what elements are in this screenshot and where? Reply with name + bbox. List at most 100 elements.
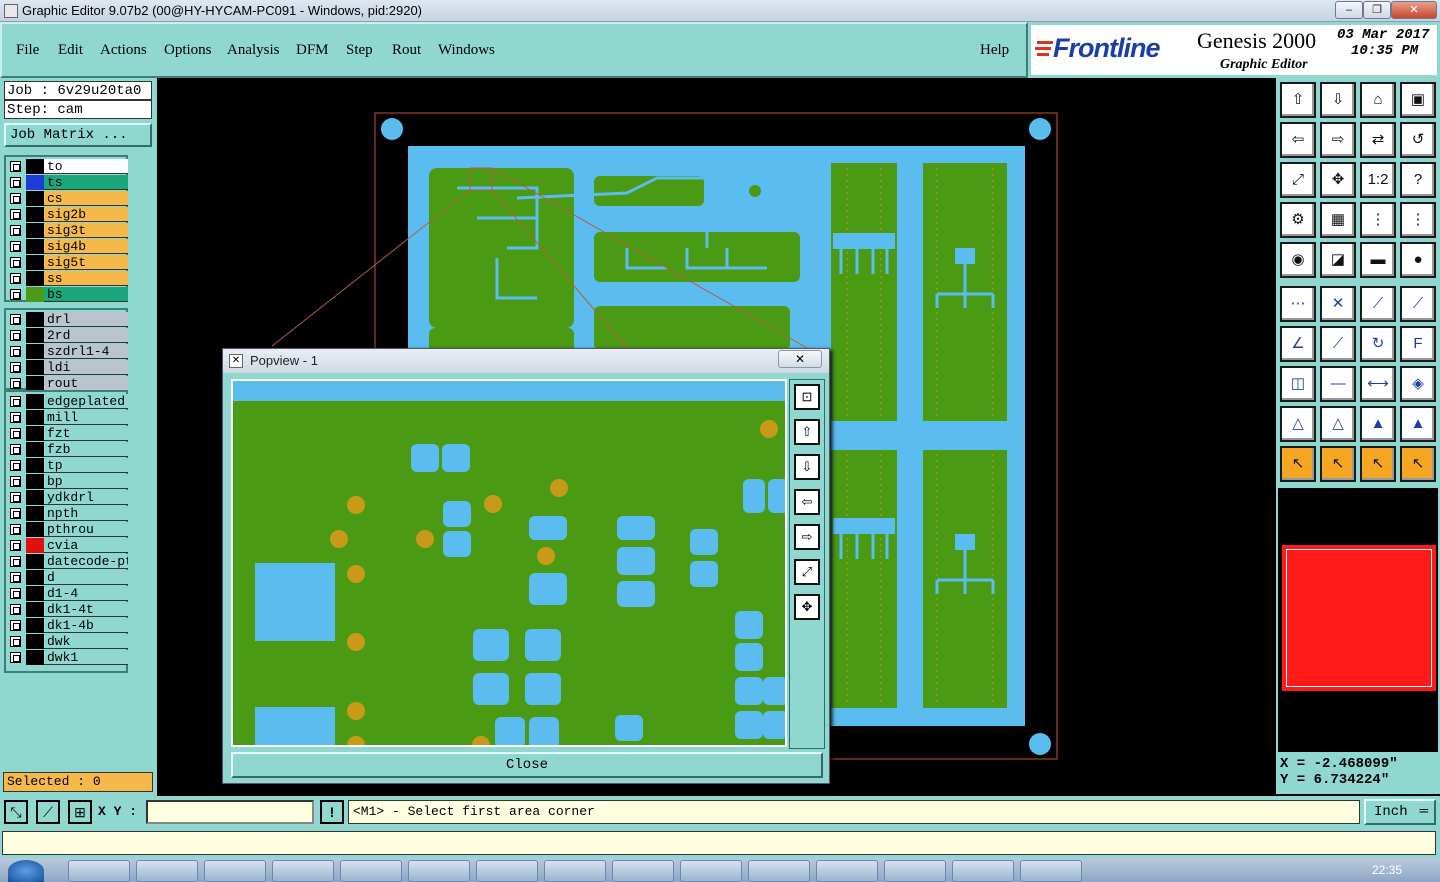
layer-name[interactable]: ydkdrl bbox=[44, 490, 128, 505]
layer-compare-icon[interactable]: ⋮ bbox=[1360, 202, 1396, 238]
home-icon[interactable]: ⌂ bbox=[1360, 82, 1396, 118]
menu-edit[interactable]: Edit bbox=[58, 42, 83, 59]
layer-name[interactable]: tp bbox=[44, 458, 128, 473]
settings-icon[interactable]: ⚙ bbox=[1280, 202, 1316, 238]
layer-checkbox[interactable] bbox=[10, 444, 21, 455]
job-matrix-button[interactable]: Job Matrix ... bbox=[4, 123, 152, 147]
layer-row-pthrou[interactable]: pthrou bbox=[6, 522, 128, 537]
popview-fit-icon[interactable]: ⤢ bbox=[794, 559, 820, 585]
layer-name[interactable]: cs bbox=[44, 191, 128, 206]
explorer-task-icon[interactable] bbox=[408, 860, 470, 882]
layer-name[interactable]: pthrou bbox=[44, 522, 128, 537]
layer-name[interactable]: sig2b bbox=[44, 207, 128, 222]
layer-name[interactable]: sig3t bbox=[44, 223, 128, 238]
units-selector[interactable]: Inch ═ bbox=[1364, 799, 1436, 825]
popview-close-button[interactable]: Close bbox=[231, 752, 823, 778]
layer-name[interactable]: drl bbox=[44, 312, 128, 327]
layer-row-tp[interactable]: tp bbox=[6, 458, 128, 473]
layer-name[interactable]: ldi bbox=[44, 360, 128, 375]
triangle-icon[interactable]: △ bbox=[1280, 406, 1316, 442]
menu-rout[interactable]: Rout bbox=[392, 42, 421, 59]
layer-row-sig4b[interactable]: sig4b bbox=[6, 239, 128, 254]
layer-color-swatch[interactable] bbox=[26, 554, 44, 569]
layer-row-szdrl1-4[interactable]: szdrl1-4 bbox=[6, 344, 128, 359]
layer-color-swatch[interactable] bbox=[26, 490, 44, 505]
layer-color-swatch[interactable] bbox=[26, 506, 44, 521]
layer-row-sig2b[interactable]: sig2b bbox=[6, 207, 128, 222]
layer-checkbox[interactable] bbox=[10, 556, 21, 567]
layer-checkbox[interactable] bbox=[10, 378, 21, 389]
layer-row-dwk1[interactable]: dwk1 bbox=[6, 650, 128, 665]
pan-right-icon[interactable]: ⇨ bbox=[1320, 122, 1356, 158]
line-icon[interactable]: ∠ bbox=[1280, 326, 1316, 362]
menu-dfm[interactable]: DFM bbox=[296, 42, 329, 59]
layer-color-swatch[interactable] bbox=[26, 175, 44, 190]
layer-checkbox[interactable] bbox=[10, 460, 21, 471]
layer-checkbox[interactable] bbox=[10, 314, 21, 325]
layer-checkbox[interactable] bbox=[10, 346, 21, 357]
layer-color-swatch[interactable] bbox=[26, 223, 44, 238]
scale-1to2-icon[interactable]: 1:2 bbox=[1360, 162, 1396, 198]
layer-checkbox[interactable] bbox=[10, 225, 21, 236]
editor-task-icon[interactable] bbox=[204, 860, 266, 882]
layer-checkbox[interactable] bbox=[10, 161, 21, 172]
layer-color-swatch[interactable] bbox=[26, 312, 44, 327]
popview-left-icon[interactable]: ⇦ bbox=[794, 489, 820, 515]
layer-checkbox[interactable] bbox=[10, 209, 21, 220]
overview-selection[interactable] bbox=[1280, 543, 1438, 693]
snap-icon[interactable]: ◉ bbox=[1280, 242, 1316, 278]
layer-color-swatch[interactable] bbox=[26, 255, 44, 270]
layer-row-ldi[interactable]: ldi bbox=[6, 360, 128, 375]
select-feature-icon[interactable]: ◫ bbox=[1280, 366, 1316, 402]
shape-icon[interactable]: ◈ bbox=[1400, 366, 1436, 402]
layer-row-dk1-4b[interactable]: dk1-4b bbox=[6, 618, 128, 633]
layer-name[interactable]: fzb bbox=[44, 442, 128, 457]
layer-checkbox[interactable] bbox=[10, 177, 21, 188]
layer-color-swatch[interactable] bbox=[26, 538, 44, 553]
menu-step[interactable]: Step bbox=[346, 42, 373, 59]
popview-up-icon[interactable]: ⇧ bbox=[794, 419, 820, 445]
trace-icon[interactable]: ⟋ bbox=[1320, 326, 1356, 362]
menu-analysis[interactable]: Analysis bbox=[227, 42, 280, 59]
fit-window-icon[interactable]: ▣ bbox=[1400, 82, 1436, 118]
layer-row-npth[interactable]: npth bbox=[6, 506, 128, 521]
layer-checkbox[interactable] bbox=[10, 508, 21, 519]
layer-checkbox[interactable] bbox=[10, 492, 21, 503]
layer-color-swatch[interactable] bbox=[26, 426, 44, 441]
layer-checkbox[interactable] bbox=[10, 636, 21, 647]
layer-checkbox[interactable] bbox=[10, 330, 21, 341]
layer-checkbox[interactable] bbox=[10, 241, 21, 252]
pan-left-icon[interactable]: ⇦ bbox=[1280, 122, 1316, 158]
layer-row-edgeplated[interactable]: edgeplated bbox=[6, 394, 128, 409]
layer-color-swatch[interactable] bbox=[26, 618, 44, 633]
arrow-up-icon[interactable]: ▲ bbox=[1360, 406, 1396, 442]
layer-row-rout[interactable]: rout bbox=[6, 376, 128, 391]
layer-checkbox[interactable] bbox=[10, 412, 21, 423]
layer-row-cs[interactable]: cs bbox=[6, 191, 128, 206]
layer-row-fzb[interactable]: fzb bbox=[6, 442, 128, 457]
connect-icon[interactable]: ⟋ bbox=[1360, 286, 1396, 322]
save-task-icon[interactable] bbox=[476, 860, 538, 882]
notepad-task-icon[interactable] bbox=[272, 860, 334, 882]
xy-input[interactable] bbox=[146, 800, 314, 824]
lasso-icon[interactable]: ↖ bbox=[1360, 446, 1396, 482]
point-icon[interactable]: ● bbox=[1400, 242, 1436, 278]
layer-color-swatch[interactable] bbox=[26, 474, 44, 489]
layer-row-datecode-pt[interactable]: datecode-pt bbox=[6, 554, 128, 569]
layer-row-ydkdrl[interactable]: ydkdrl bbox=[6, 490, 128, 505]
popview-down-icon[interactable]: ⇩ bbox=[794, 454, 820, 480]
layer-color-swatch[interactable] bbox=[26, 410, 44, 425]
layer-color-swatch[interactable] bbox=[26, 570, 44, 585]
grid-snap-icon[interactable]: ⊞ bbox=[68, 800, 92, 824]
layer-color-swatch[interactable] bbox=[26, 634, 44, 649]
layer-checkbox[interactable] bbox=[10, 588, 21, 599]
layer-row-dk1-4t[interactable]: dk1-4t bbox=[6, 602, 128, 617]
layer-color-swatch[interactable] bbox=[26, 344, 44, 359]
zoom-page-icon[interactable]: ⇩ bbox=[1320, 82, 1356, 118]
popview-zoom-icon[interactable]: ⊡ bbox=[794, 384, 820, 410]
layer-row-sig3t[interactable]: sig3t bbox=[6, 223, 128, 238]
layer-name[interactable]: to bbox=[44, 159, 128, 174]
layer-color-swatch[interactable] bbox=[26, 442, 44, 457]
layer-row-d[interactable]: d bbox=[6, 570, 128, 585]
layer-checkbox[interactable] bbox=[10, 652, 21, 663]
